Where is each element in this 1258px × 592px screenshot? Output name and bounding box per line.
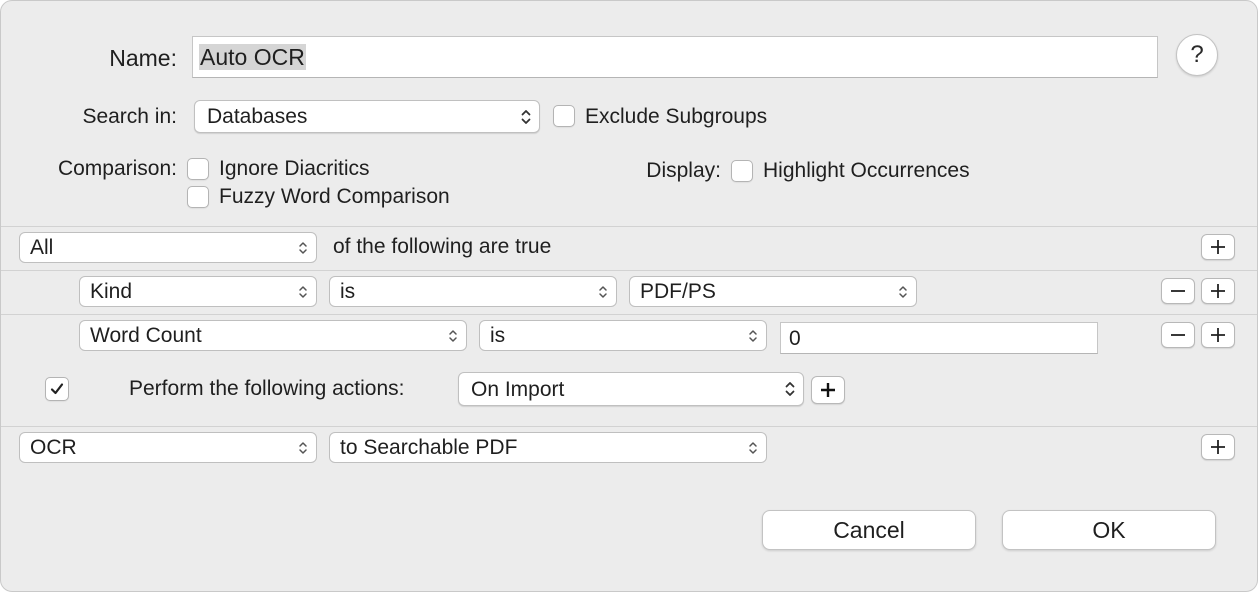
condition-field-popup[interactable]: Word Count	[79, 320, 467, 351]
comparison-label: Comparison:	[57, 157, 177, 180]
search-in-label: Search in:	[82, 105, 177, 128]
chevron-updown-icon	[299, 285, 307, 298]
plus-icon	[1211, 440, 1225, 454]
add-condition-button[interactable]	[1201, 278, 1235, 304]
minus-icon	[1171, 290, 1185, 292]
condition-value-popup[interactable]: PDF/PS	[629, 276, 917, 307]
cancel-button-label: Cancel	[833, 516, 905, 543]
add-condition-button[interactable]	[1201, 322, 1235, 348]
plus-icon	[1211, 284, 1225, 298]
condition-field-value: Word Count	[90, 324, 202, 347]
plus-icon	[1211, 328, 1225, 342]
exclude-subgroups-label: Exclude Subgroups	[585, 105, 768, 128]
chevron-updown-icon	[299, 241, 307, 254]
ok-button-label: OK	[1092, 516, 1126, 543]
match-suffix-label: of the following are true	[333, 235, 552, 258]
name-value: Auto OCR	[199, 44, 306, 70]
fuzzy-comparison-checkbox[interactable]	[187, 186, 209, 208]
help-icon: ?	[1190, 41, 1204, 68]
perform-trigger-popup[interactable]: On Import	[458, 372, 804, 406]
add-trigger-button[interactable]	[811, 376, 845, 404]
condition-value-text: 0	[789, 327, 801, 350]
checkmark-icon	[50, 383, 64, 395]
name-field[interactable]: Auto OCR	[192, 36, 1158, 78]
smart-rule-dialog: Name: Auto OCR ? Search in: Databases Ex…	[0, 0, 1258, 592]
chevron-updown-icon	[449, 329, 457, 342]
add-condition-button[interactable]	[1201, 234, 1235, 260]
match-mode-value: All	[30, 236, 54, 259]
chevron-updown-icon	[299, 441, 307, 454]
action-option-popup[interactable]: to Searchable PDF	[329, 432, 767, 463]
separator	[1, 270, 1257, 271]
action-type-popup[interactable]: OCR	[19, 432, 317, 463]
separator	[1, 314, 1257, 315]
help-button[interactable]: ?	[1176, 34, 1218, 76]
action-option-value: to Searchable PDF	[340, 436, 518, 459]
search-in-value: Databases	[207, 105, 308, 128]
ignore-diacritics-label: Ignore Diacritics	[219, 157, 370, 180]
remove-condition-button[interactable]	[1161, 278, 1195, 304]
condition-operator-value: is	[490, 324, 506, 347]
plus-icon	[821, 383, 835, 397]
chevron-updown-icon	[599, 285, 607, 298]
action-type-value: OCR	[30, 436, 77, 459]
fuzzy-comparison-label: Fuzzy Word Comparison	[219, 185, 450, 208]
condition-operator-popup[interactable]: is	[329, 276, 617, 307]
condition-value-value: PDF/PS	[640, 280, 716, 303]
perform-trigger-value: On Import	[471, 378, 565, 401]
cancel-button[interactable]: Cancel	[762, 510, 976, 550]
perform-actions-label: Perform the following actions:	[129, 377, 405, 400]
chevron-updown-icon	[749, 441, 757, 454]
separator	[1, 426, 1257, 427]
separator	[1, 226, 1257, 227]
search-in-popup[interactable]: Databases	[194, 100, 540, 133]
plus-icon	[1211, 240, 1225, 254]
display-label: Display:	[646, 159, 721, 182]
minus-icon	[1171, 334, 1185, 336]
perform-actions-checkbox[interactable]	[45, 377, 69, 401]
highlight-occurrences-checkbox[interactable]	[731, 160, 753, 182]
match-mode-popup[interactable]: All	[19, 232, 317, 263]
condition-field-popup[interactable]: Kind	[79, 276, 317, 307]
condition-operator-value: is	[340, 280, 356, 303]
exclude-subgroups-checkbox[interactable]	[553, 105, 575, 127]
chevron-updown-icon	[521, 109, 531, 124]
chevron-updown-icon	[785, 382, 795, 396]
ok-button[interactable]: OK	[1002, 510, 1216, 550]
ignore-diacritics-checkbox[interactable]	[187, 158, 209, 180]
remove-condition-button[interactable]	[1161, 322, 1195, 348]
chevron-updown-icon	[749, 329, 757, 342]
name-label: Name:	[109, 45, 177, 71]
condition-field-value: Kind	[90, 280, 133, 303]
add-action-button[interactable]	[1201, 434, 1235, 460]
highlight-occurrences-label: Highlight Occurrences	[763, 159, 970, 182]
condition-value-field[interactable]: 0	[780, 322, 1098, 354]
chevron-updown-icon	[899, 285, 907, 298]
condition-operator-popup[interactable]: is	[479, 320, 767, 351]
